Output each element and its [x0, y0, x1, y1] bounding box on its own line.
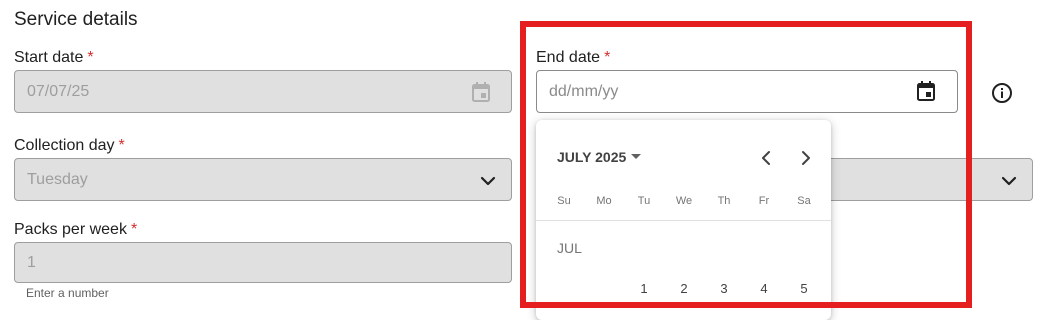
weekday-label: Mo: [596, 195, 612, 207]
chevron-down-icon[interactable]: [477, 170, 499, 192]
calendar-week-row: 1 2 3 4 5: [544, 281, 824, 296]
packs-per-week-helper: Enter a number: [26, 286, 109, 300]
info-icon[interactable]: [991, 82, 1013, 104]
weekday-header: Su Mo Tu We Th Fr Sa: [544, 195, 824, 207]
calendar-day[interactable]: 4: [744, 281, 784, 296]
calendar-icon[interactable]: [470, 81, 492, 103]
weekday-label: Th: [717, 195, 731, 207]
start-date-value: 07/07/25: [27, 83, 90, 100]
weekday-label: Tu: [637, 195, 651, 207]
weekday-label: We: [675, 195, 693, 207]
calendar-day[interactable]: 1: [624, 281, 664, 296]
month-year-selector[interactable]: JULY 2025: [557, 149, 642, 165]
start-date-field[interactable]: 07/07/25: [14, 70, 512, 113]
calendar-day[interactable]: 5: [784, 281, 824, 296]
end-date-label: End date *: [536, 49, 611, 66]
datepicker-popup: JULY 2025 Su Mo Tu We Th Fr Sa JUL 1 2 3…: [536, 120, 831, 320]
calendar-day-empty: [544, 281, 584, 296]
obscured-select[interactable]: [800, 158, 1033, 201]
collection-day-select[interactable]: Tuesday: [14, 158, 512, 201]
required-marker: *: [604, 49, 611, 66]
chevron-down-icon[interactable]: [998, 170, 1020, 192]
weekday-label: Sa: [797, 195, 811, 207]
prev-month-button[interactable]: [754, 146, 778, 170]
calendar-day-empty: [584, 281, 624, 296]
section-title: Service details: [14, 9, 138, 30]
calendar-day[interactable]: 2: [664, 281, 704, 296]
required-marker: *: [118, 137, 125, 154]
end-date-field[interactable]: dd/mm/yy: [536, 70, 958, 113]
packs-per-week-label: Packs per week *: [14, 221, 138, 238]
calendar-icon[interactable]: [915, 80, 937, 102]
weekday-label: Su: [557, 195, 571, 207]
required-marker: *: [130, 221, 138, 238]
next-month-button[interactable]: [794, 146, 818, 170]
weekday-label: Fr: [758, 195, 770, 207]
calendar-month-label: JUL: [557, 240, 582, 256]
caret-down-icon: [630, 153, 642, 161]
divider: [536, 220, 831, 221]
month-year-label: JULY 2025: [557, 149, 627, 165]
packs-per-week-input[interactable]: 1: [14, 242, 512, 283]
packs-per-week-value: 1: [27, 254, 36, 271]
collection-day-value: Tuesday: [27, 171, 88, 188]
collection-day-label: Collection day *: [14, 137, 125, 154]
calendar-day[interactable]: 3: [704, 281, 744, 296]
start-date-label: Start date *: [14, 49, 94, 66]
required-marker: *: [87, 49, 94, 66]
end-date-placeholder: dd/mm/yy: [549, 83, 619, 100]
